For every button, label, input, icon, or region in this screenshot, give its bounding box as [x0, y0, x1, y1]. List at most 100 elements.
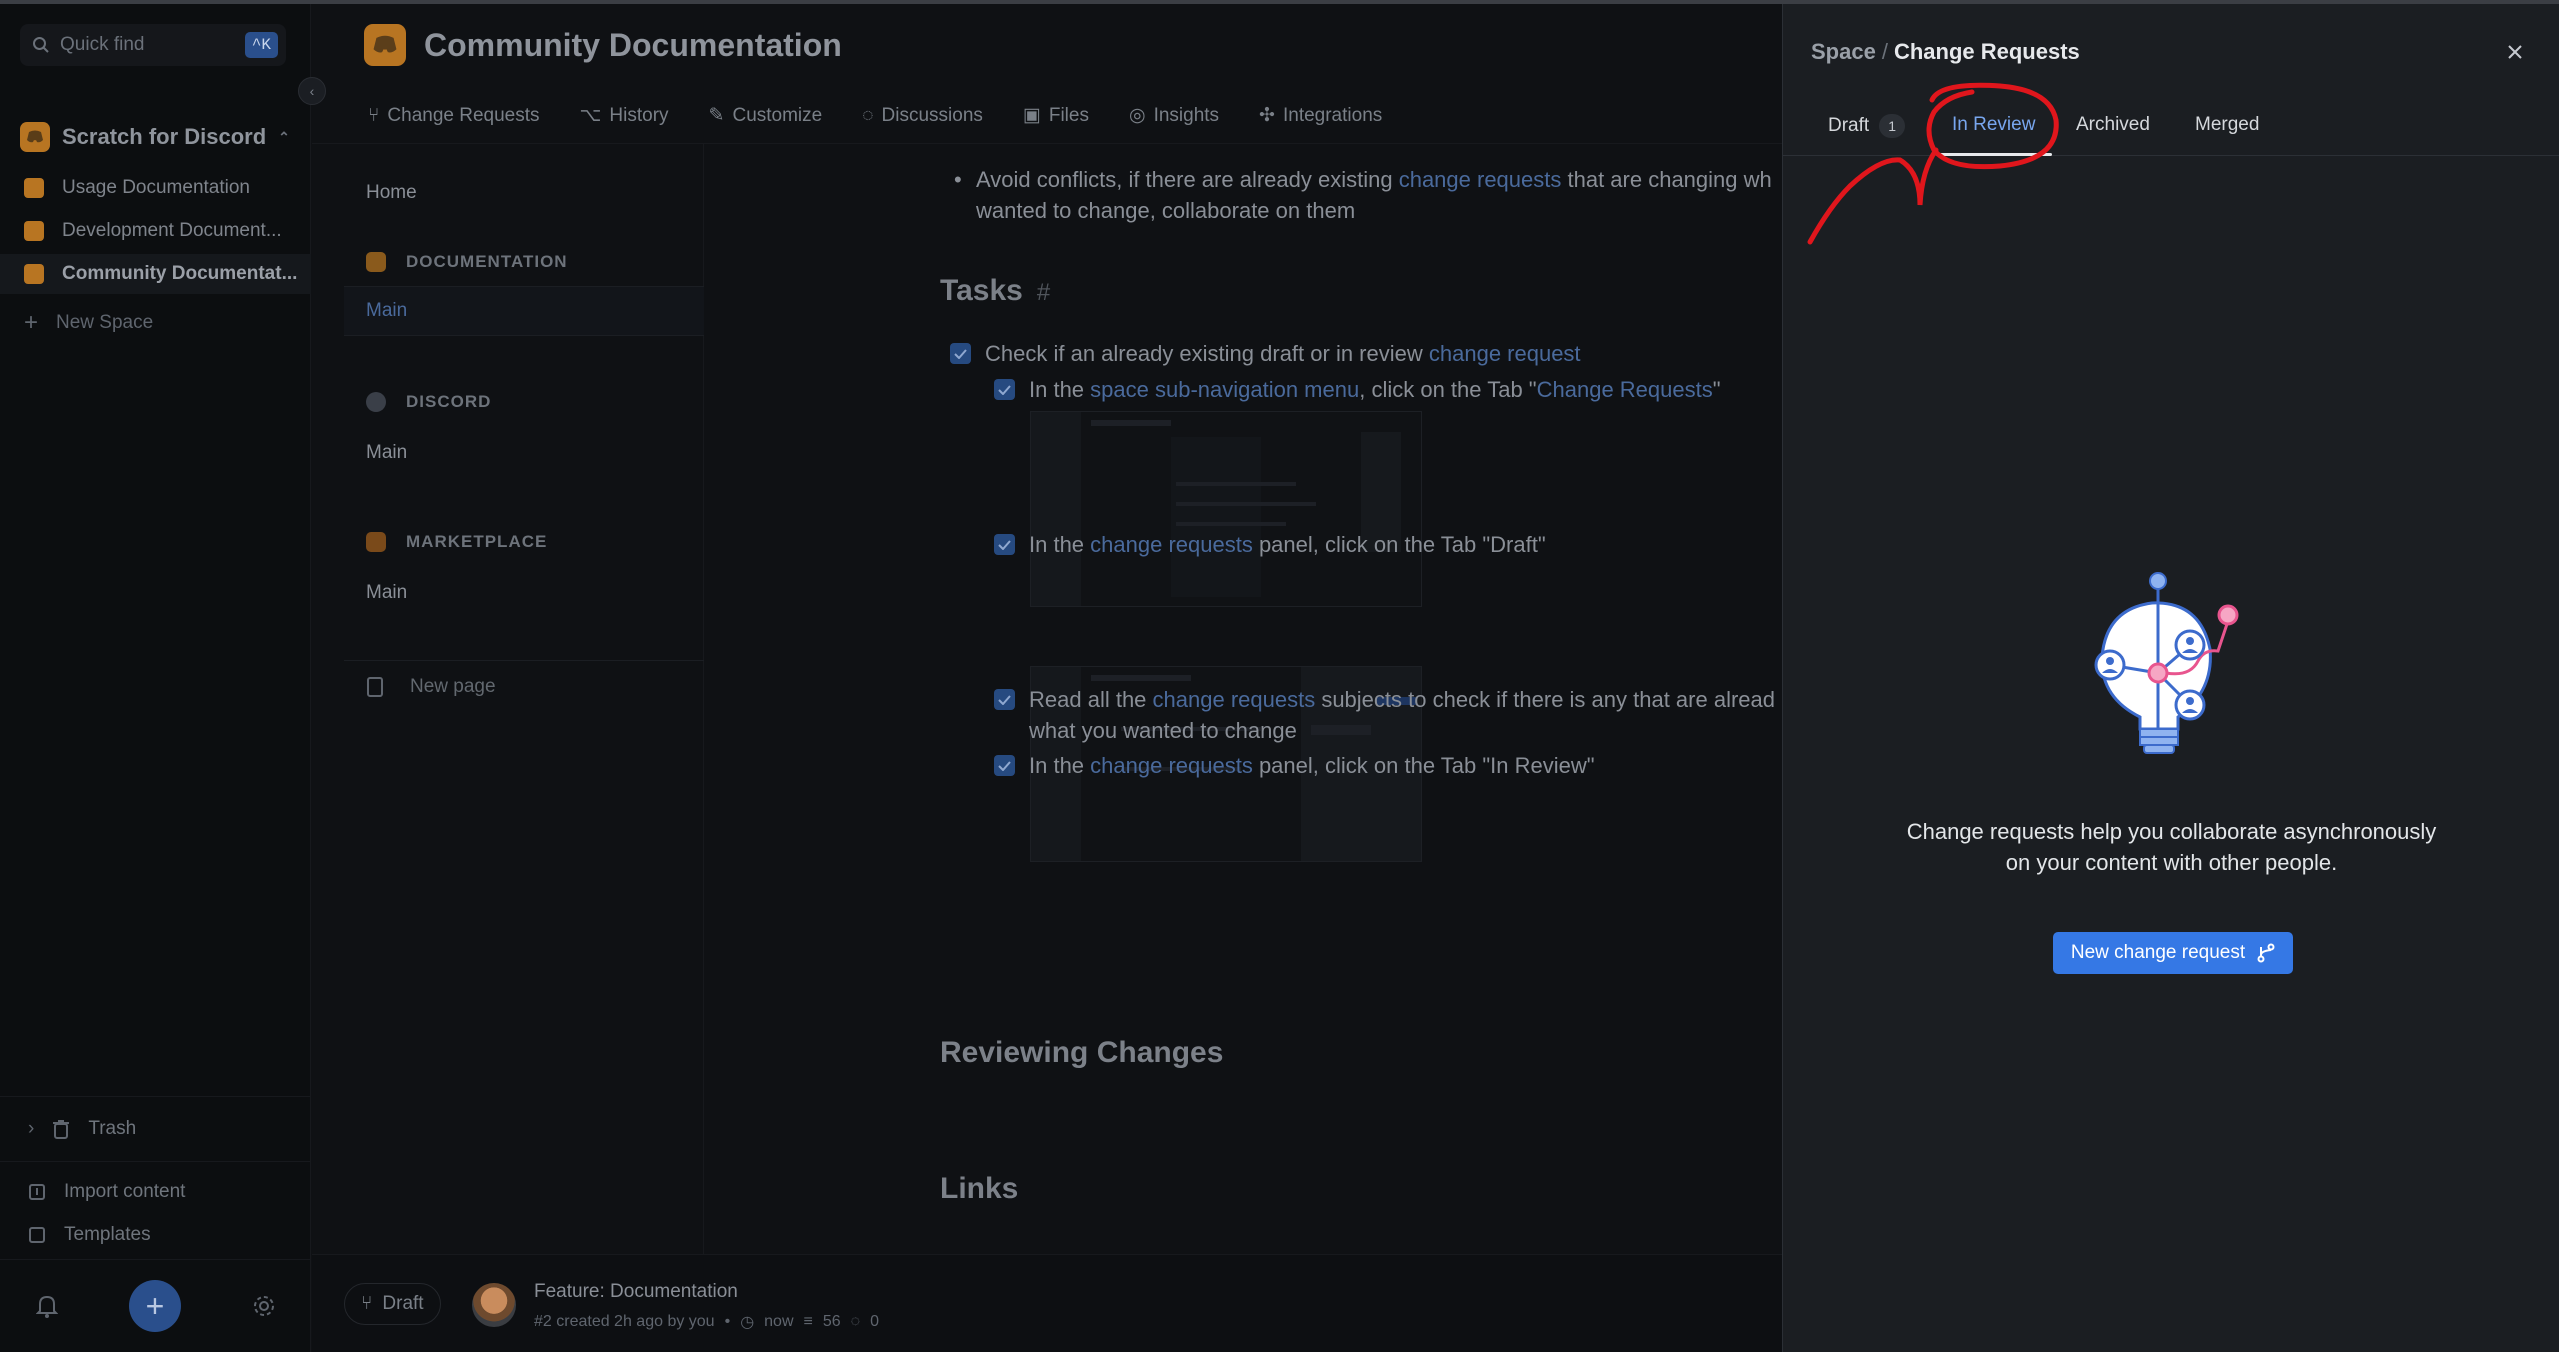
change-request-title[interactable]: Feature: Documentation: [534, 1281, 738, 1303]
brush-icon: ✎: [708, 105, 725, 126]
link-change-requests[interactable]: change requests: [1090, 753, 1253, 778]
breadcrumb-title: Change Requests: [1893, 39, 2080, 64]
tab-integrations[interactable]: ✣ Integrations: [1259, 104, 1382, 127]
create-button[interactable]: +: [129, 1280, 181, 1332]
task-item: Check if an already existing draft or in…: [950, 338, 1770, 369]
quick-find-label: Quick find: [60, 34, 145, 55]
link-change-requests[interactable]: Change Requests: [1537, 377, 1713, 402]
text: panel, click on the Tab "In Review": [1252, 753, 1595, 778]
tab-draft[interactable]: Draft 1: [1828, 114, 1906, 138]
new-space-button[interactable]: + New Space: [24, 309, 153, 337]
sidebar-item-label: Community Documentat...: [62, 263, 298, 284]
page-main-documentation[interactable]: Main: [344, 286, 704, 336]
task-item: In the change requests panel, click on t…: [994, 529, 1782, 560]
checkbox-checked[interactable]: [994, 379, 1015, 400]
close-button[interactable]: [2500, 37, 2530, 67]
sidebar-item-development-documentation[interactable]: Development Document...: [0, 211, 311, 251]
tab-history[interactable]: ⌥ History: [580, 104, 669, 127]
heading-links: Links: [940, 1172, 1019, 1205]
templates-button[interactable]: Templates: [0, 1215, 311, 1255]
panel-tabs: Draft 1 In Review Archived Merged: [1783, 100, 2559, 156]
active-tab-indicator: [1936, 153, 2052, 156]
link-change-requests[interactable]: change requests: [1090, 532, 1253, 557]
space-title-text: Community Documentation: [424, 26, 842, 63]
org-switcher[interactable]: Scratch for Discord ⌃: [20, 122, 290, 152]
page-tree: Home DOCUMENTATION Main DISCORD Main MAR…: [344, 144, 704, 1254]
new-page-button[interactable]: New page: [366, 676, 496, 698]
empty-line-2: on your content with other people.: [2005, 850, 2338, 875]
text: In the: [1029, 377, 1091, 402]
text: panel, click on the Tab "Draft": [1252, 532, 1546, 557]
sidebar-item-label: Usage Documentation: [62, 177, 250, 198]
tab-merged[interactable]: Merged: [2195, 114, 2259, 136]
checkbox-checked[interactable]: [950, 343, 971, 364]
sidebar-item-usage-documentation[interactable]: Usage Documentation: [0, 168, 311, 208]
separator-dot: •: [724, 1313, 731, 1330]
sidebar-item-community-documentation[interactable]: Community Documentat...: [0, 254, 311, 294]
tab-insights[interactable]: ◎ Insights: [1129, 104, 1219, 127]
tab-label: Insights: [1153, 104, 1220, 126]
task-item: Read all the change requests subjects to…: [994, 684, 1782, 746]
breadcrumb-space[interactable]: Space: [1811, 39, 1876, 64]
text: Read all the: [1029, 687, 1153, 712]
space-logo-icon: [24, 178, 44, 198]
tab-files[interactable]: ▣ Files: [1023, 104, 1089, 127]
new-change-request-button[interactable]: New change request: [2053, 932, 2293, 974]
text: what you wanted to change: [1029, 718, 1297, 743]
draft-status-button[interactable]: ⑂ Draft: [344, 1283, 441, 1325]
checkbox-checked[interactable]: [994, 755, 1015, 776]
link-space-sub-navigation[interactable]: space sub-navigation menu: [1090, 377, 1359, 402]
gear-icon[interactable]: [252, 1294, 276, 1323]
task-item: In the change requests panel, click on t…: [994, 750, 1782, 781]
chevron-updown-icon: ⌃: [278, 128, 290, 145]
image-icon: ▣: [1022, 105, 1041, 126]
branch-icon: [2257, 943, 2275, 963]
page-main-discord[interactable]: Main: [366, 442, 407, 464]
link-change-requests[interactable]: change requests: [1399, 167, 1562, 192]
import-content-button[interactable]: Import content: [0, 1172, 311, 1212]
group-documentation: DOCUMENTATION: [366, 252, 568, 272]
link-change-request[interactable]: change request: [1429, 341, 1581, 366]
group-discord: DISCORD: [366, 392, 491, 412]
group-title: DISCORD: [406, 392, 492, 411]
space-logo-icon: [24, 221, 44, 241]
templates-label: Templates: [64, 1224, 151, 1245]
insights-icon: ◎: [1128, 105, 1146, 126]
text: that are changing wh: [1561, 167, 1772, 192]
tab-label: Draft: [1828, 115, 1870, 136]
checkbox-checked[interactable]: [994, 689, 1015, 710]
comments-count: 0: [870, 1313, 880, 1330]
checkbox-checked[interactable]: [994, 534, 1015, 555]
close-icon: [2508, 45, 2522, 59]
clock-icon: ◷: [740, 1314, 755, 1331]
tab-customize[interactable]: ✎ Customize: [709, 104, 823, 127]
collapse-sidebar-button[interactable]: ‹: [298, 77, 326, 105]
space-logo-icon: [24, 264, 44, 284]
tab-in-review[interactable]: In Review: [1952, 114, 2035, 136]
search-icon: [33, 37, 49, 53]
tab-change-requests[interactable]: ⑂ Change Requests: [368, 104, 540, 127]
bell-icon[interactable]: [35, 1294, 59, 1323]
chevron-right-icon: ›: [28, 1118, 35, 1139]
lines-count: 56: [822, 1313, 841, 1330]
tab-archived[interactable]: Archived: [2076, 114, 2150, 136]
history-icon: ⌥: [579, 105, 602, 126]
change-request-meta: #2 created 2h ago by you • ◷ now ≡ 56 ◌ 0: [534, 1312, 879, 1332]
avatar: [472, 1283, 516, 1327]
group-title: MARKETPLACE: [406, 532, 548, 551]
change-requests-panel: Space / Change Requests Draft 1 In Review …: [1782, 4, 2559, 1352]
page-home[interactable]: Home: [366, 182, 417, 204]
page-main-marketplace[interactable]: Main: [366, 582, 407, 604]
embedded-screenshot: [1030, 411, 1422, 607]
anchor-icon[interactable]: #: [1037, 279, 1050, 306]
empty-line-1: Change requests help you collaborate asy…: [1906, 819, 2437, 844]
link-change-requests[interactable]: change requests: [1153, 687, 1316, 712]
new-page-icon: [367, 677, 383, 697]
group-icon: [366, 252, 386, 272]
quick-find-button[interactable]: Quick find ^K: [20, 24, 286, 66]
document-content: Avoid conflicts, if there are already ex…: [940, 144, 1782, 1254]
trash-button[interactable]: › Trash: [0, 1109, 311, 1149]
text: In the: [1029, 532, 1091, 557]
tab-discussions[interactable]: ◌ Discussions: [862, 104, 983, 127]
heading-text: Tasks: [940, 274, 1023, 307]
